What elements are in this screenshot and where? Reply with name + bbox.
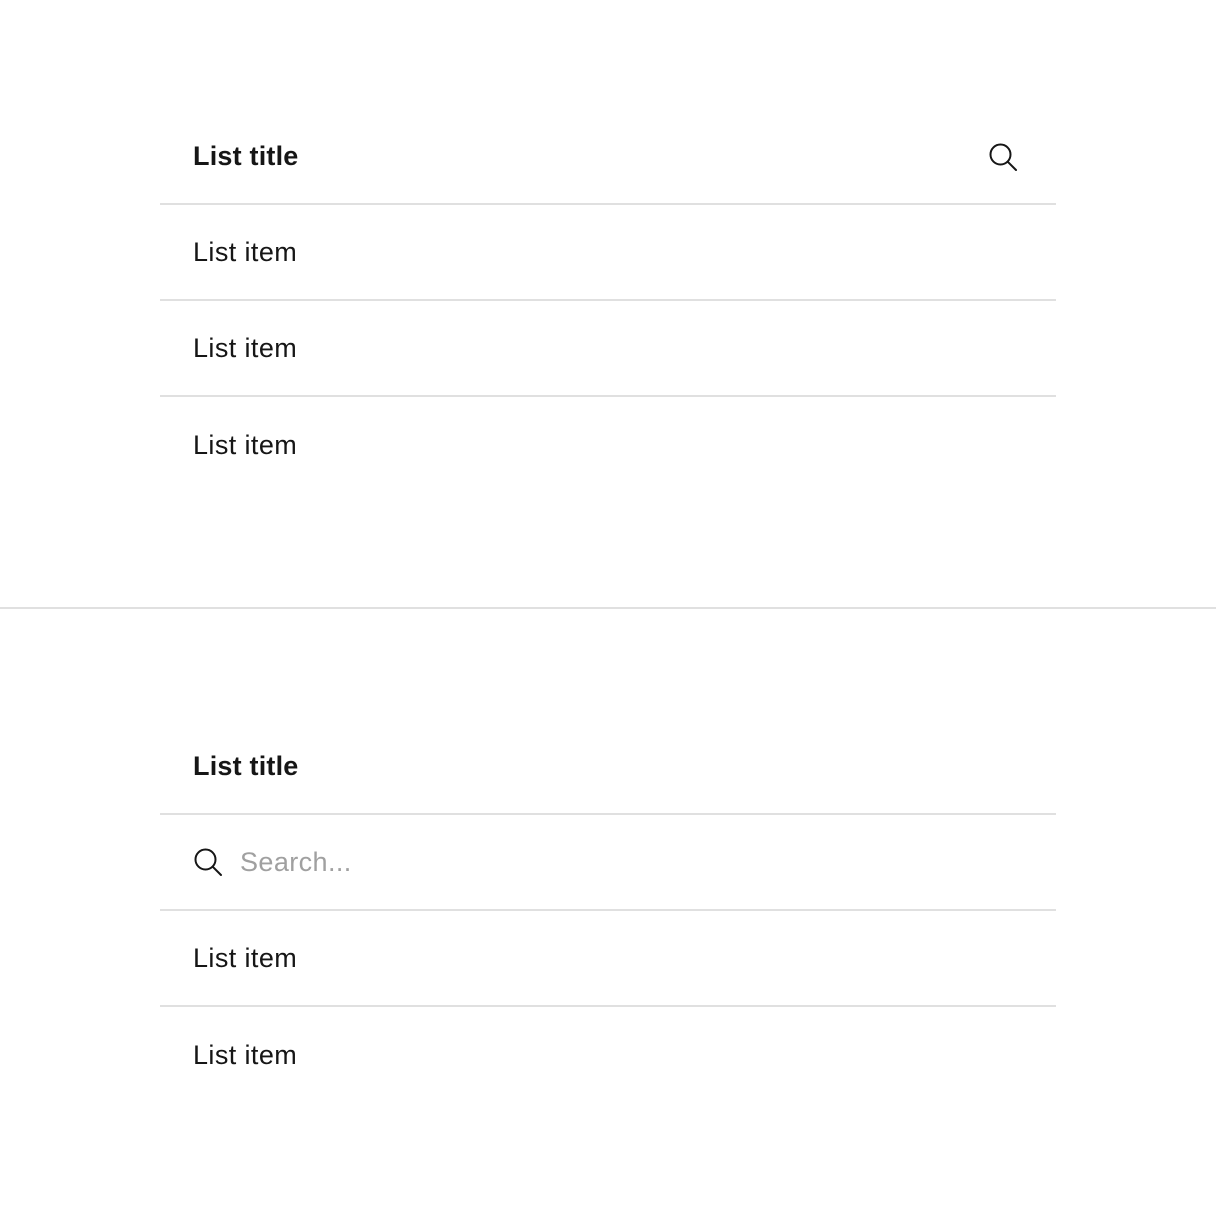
search-button[interactable]	[986, 140, 1020, 174]
list-item[interactable]: List item	[160, 301, 1056, 397]
section-divider	[0, 607, 1216, 609]
search-input[interactable]	[240, 846, 940, 878]
list-item[interactable]: List item	[160, 911, 1056, 1007]
list-header: List title	[160, 110, 1056, 205]
search-icon	[192, 846, 224, 878]
list-title: List title	[193, 141, 299, 171]
page: List title List item List item List item…	[0, 0, 1216, 1216]
list-item[interactable]: List item	[160, 205, 1056, 301]
list-header: List title	[160, 720, 1056, 815]
list-panel-icon-search: List title List item List item List item	[160, 110, 1056, 493]
list-item[interactable]: List item	[160, 397, 1056, 493]
search-icon	[989, 143, 1017, 171]
list-item[interactable]: List item	[160, 1007, 1056, 1103]
list-panel-inline-search: List title List item List item	[160, 720, 1056, 1103]
search-row	[160, 815, 1056, 911]
list-title: List title	[193, 751, 299, 781]
